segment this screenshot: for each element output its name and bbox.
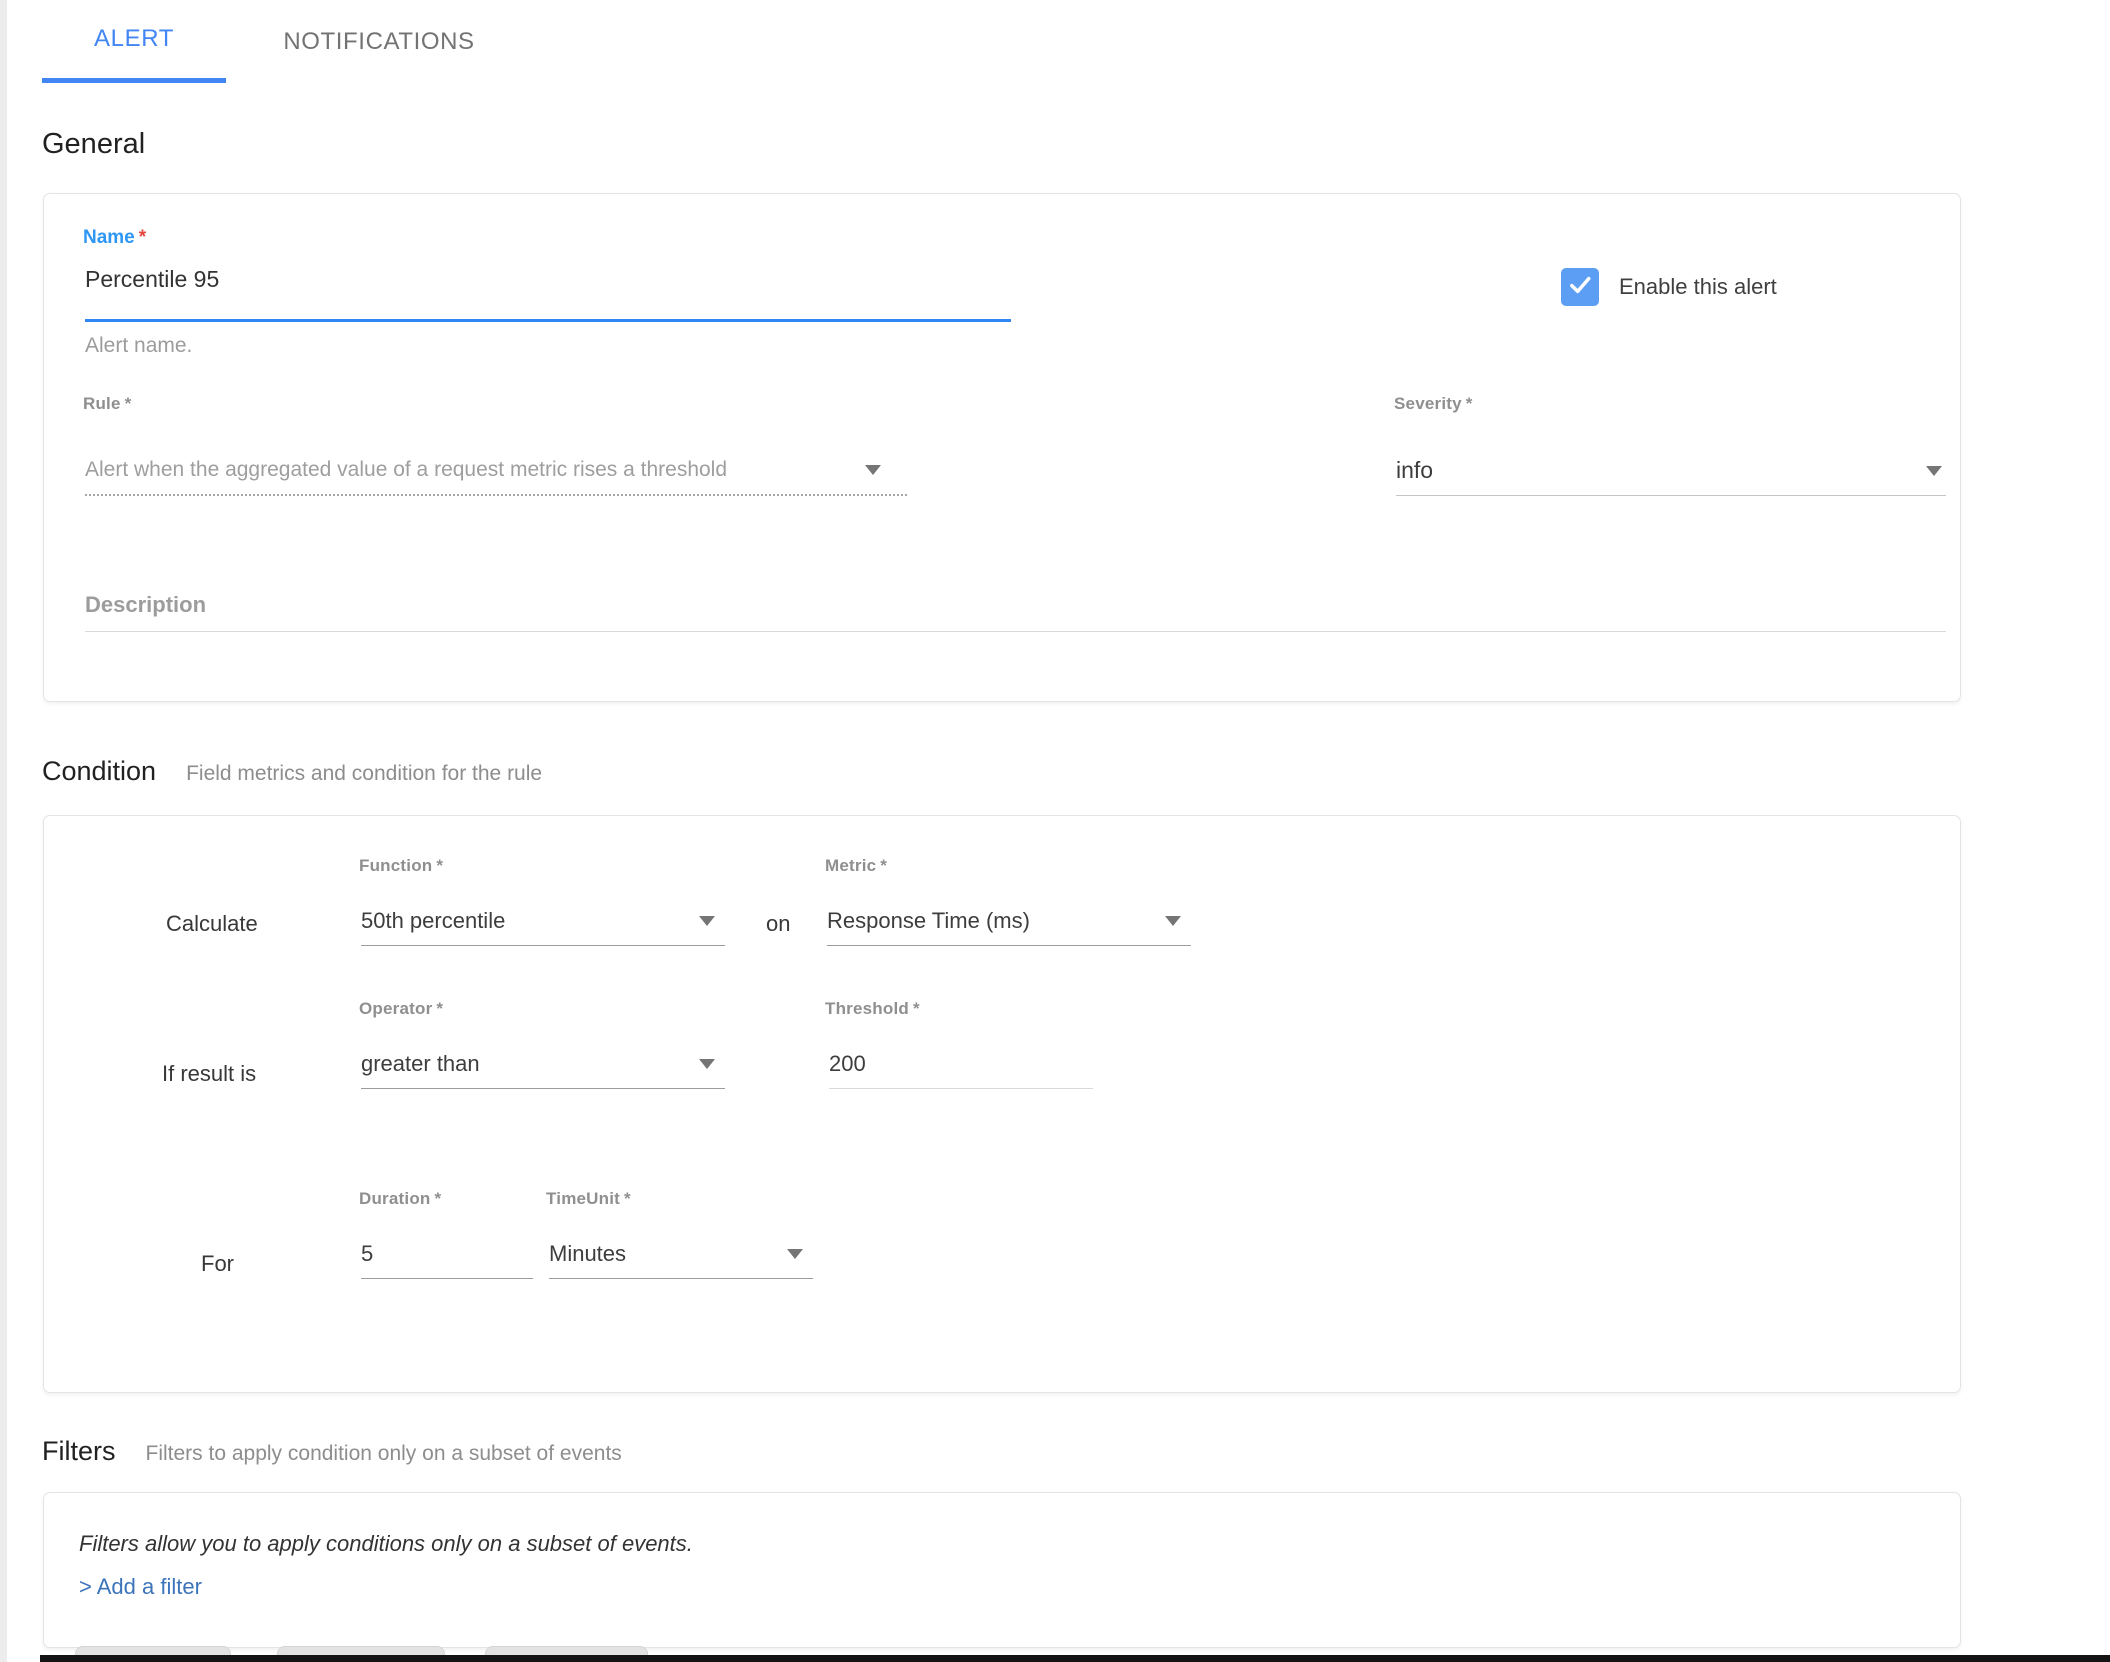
for-row-label: For	[201, 1251, 234, 1277]
function-select-value: 50th percentile	[361, 908, 505, 934]
dropdown-arrow-icon	[699, 916, 715, 926]
threshold-label: Threshold*	[825, 999, 920, 1019]
condition-subtitle: Field metrics and condition for the rule	[186, 762, 542, 786]
calculate-row-label: Calculate	[166, 911, 258, 937]
required-marker: *	[1466, 394, 1473, 413]
function-label: Function*	[359, 856, 443, 876]
dropdown-arrow-icon	[865, 465, 881, 475]
required-marker: *	[434, 1189, 441, 1208]
timeunit-label: TimeUnit*	[546, 1189, 631, 1209]
required-marker: *	[125, 394, 132, 413]
filters-subtitle: Filters to apply condition only on a sub…	[146, 1442, 622, 1466]
duration-input[interactable]: 5	[361, 1229, 533, 1279]
general-section-header: General	[42, 128, 145, 161]
duration-label: Duration*	[359, 1189, 441, 1209]
timeunit-select[interactable]: Minutes	[549, 1229, 813, 1279]
operator-select-value: greater than	[361, 1051, 480, 1077]
bottom-divider-bar	[40, 1655, 2110, 1662]
tab-bar: ALERT NOTIFICATIONS	[42, 0, 532, 83]
operator-label: Operator*	[359, 999, 443, 1019]
filters-section-header: Filters Filters to apply condition only …	[42, 1436, 622, 1467]
required-marker: *	[436, 856, 443, 875]
general-heading: General	[42, 128, 145, 161]
description-input[interactable]: Description	[85, 579, 1946, 632]
filters-note: Filters allow you to apply conditions on…	[79, 1531, 693, 1557]
enable-alert-checkbox[interactable]	[1561, 268, 1599, 306]
tab-alert[interactable]: ALERT	[42, 0, 226, 83]
name-hint: Alert name.	[85, 334, 192, 358]
enable-alert-label: Enable this alert	[1619, 274, 1777, 300]
required-marker: *	[139, 227, 146, 248]
dropdown-arrow-icon	[699, 1059, 715, 1069]
severity-select-value: info	[1396, 457, 1433, 484]
condition-section-header: Condition Field metrics and condition fo…	[42, 756, 542, 787]
condition-heading: Condition	[42, 756, 156, 787]
dropdown-arrow-icon	[1926, 466, 1942, 476]
severity-select[interactable]: info	[1396, 446, 1946, 496]
severity-label: Severity*	[1394, 394, 1473, 414]
if-result-row-label: If result is	[162, 1061, 256, 1087]
required-marker: *	[436, 999, 443, 1018]
rule-select[interactable]: Alert when the aggregated value of a req…	[85, 446, 907, 496]
function-select[interactable]: 50th percentile	[361, 896, 725, 946]
rule-label: Rule*	[83, 394, 131, 414]
timeunit-select-value: Minutes	[549, 1241, 626, 1267]
general-card: Name* Percentile 95 Alert name. Enable t…	[43, 193, 1961, 702]
tab-notifications[interactable]: NOTIFICATIONS	[226, 0, 532, 83]
filters-heading: Filters	[42, 1436, 116, 1467]
threshold-input[interactable]: 200	[829, 1039, 1093, 1089]
operator-select[interactable]: greater than	[361, 1039, 725, 1089]
required-marker: *	[880, 856, 887, 875]
name-input[interactable]: Percentile 95	[85, 266, 219, 293]
metric-select[interactable]: Response Time (ms)	[827, 896, 1191, 946]
page-left-edge	[0, 0, 7, 1662]
metric-label: Metric*	[825, 856, 887, 876]
rule-select-value: Alert when the aggregated value of a req…	[85, 458, 727, 482]
condition-card: Calculate Function* 50th percentile on M…	[43, 815, 1961, 1393]
on-connector-label: on	[766, 911, 790, 937]
description-placeholder: Description	[85, 592, 206, 618]
filters-card: Filters allow you to apply conditions on…	[43, 1492, 1961, 1648]
required-marker: *	[624, 1189, 631, 1208]
duration-input-value: 5	[361, 1241, 373, 1267]
dropdown-arrow-icon	[787, 1249, 803, 1259]
checkmark-icon	[1566, 271, 1594, 304]
name-label: Name*	[83, 227, 146, 249]
add-filter-link[interactable]: > Add a filter	[79, 1574, 202, 1600]
name-input-focus-underline	[85, 319, 1011, 322]
threshold-input-value: 200	[829, 1051, 866, 1077]
dropdown-arrow-icon	[1165, 916, 1181, 926]
required-marker: *	[913, 999, 920, 1018]
metric-select-value: Response Time (ms)	[827, 908, 1030, 934]
